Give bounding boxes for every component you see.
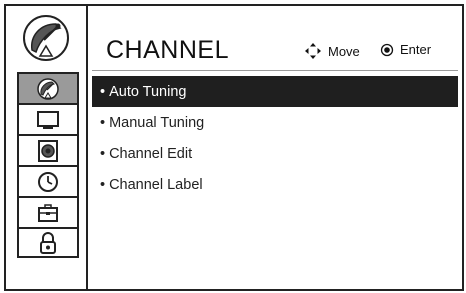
menu-item-label: Manual Tuning: [109, 114, 205, 131]
menu-bullet: •: [100, 83, 106, 100]
menu-header: CHANNEL Move Enter: [102, 30, 454, 70]
clock-icon: [38, 171, 58, 192]
menu-item-channel-edit[interactable]: • Channel Edit: [92, 138, 458, 169]
enter-hint-label: Enter: [400, 42, 432, 57]
menu-item-label: Auto Tuning: [109, 83, 187, 100]
satellite-dish-icon: [37, 77, 59, 100]
move-hint: Move: [304, 42, 360, 60]
header-divider: [92, 70, 458, 71]
menu-item-label: Channel Label: [109, 176, 203, 193]
move-hint-label: Move: [328, 43, 360, 59]
sidebar-item-setup[interactable]: [17, 196, 79, 227]
sidebar-item-sound[interactable]: [17, 134, 79, 165]
sidebar-item-channel[interactable]: [17, 72, 79, 103]
menu-item-manual-tuning[interactable]: • Manual Tuning: [92, 107, 458, 138]
sidebar: [6, 6, 88, 289]
enter-hint: Enter: [380, 42, 431, 57]
sidebar-item-picture[interactable]: [17, 103, 79, 134]
menu-item-label: Channel Edit: [109, 145, 193, 162]
padlock-icon: [40, 231, 56, 254]
sidebar-item-time[interactable]: [17, 165, 79, 196]
enter-button-icon: [380, 43, 394, 56]
toolbox-icon: [38, 203, 58, 222]
speaker-icon: [38, 139, 58, 162]
sidebar-item-lock[interactable]: [17, 227, 79, 258]
satellite-dish-icon: [6, 6, 86, 70]
page-title: CHANNEL: [106, 36, 229, 64]
sidebar-nav: [17, 72, 79, 258]
menu-bullet: •: [100, 145, 106, 162]
menu-item-channel-label[interactable]: • Channel Label: [92, 169, 458, 200]
menu-bullet: •: [100, 176, 106, 193]
menu-item-auto-tuning[interactable]: • Auto Tuning: [92, 76, 458, 107]
channel-menu: • Auto Tuning • Manual Tuning • Channel …: [92, 76, 458, 200]
tv-monitor-icon: [37, 110, 59, 129]
menu-bullet: •: [100, 114, 106, 131]
move-arrows-icon: [305, 43, 321, 59]
